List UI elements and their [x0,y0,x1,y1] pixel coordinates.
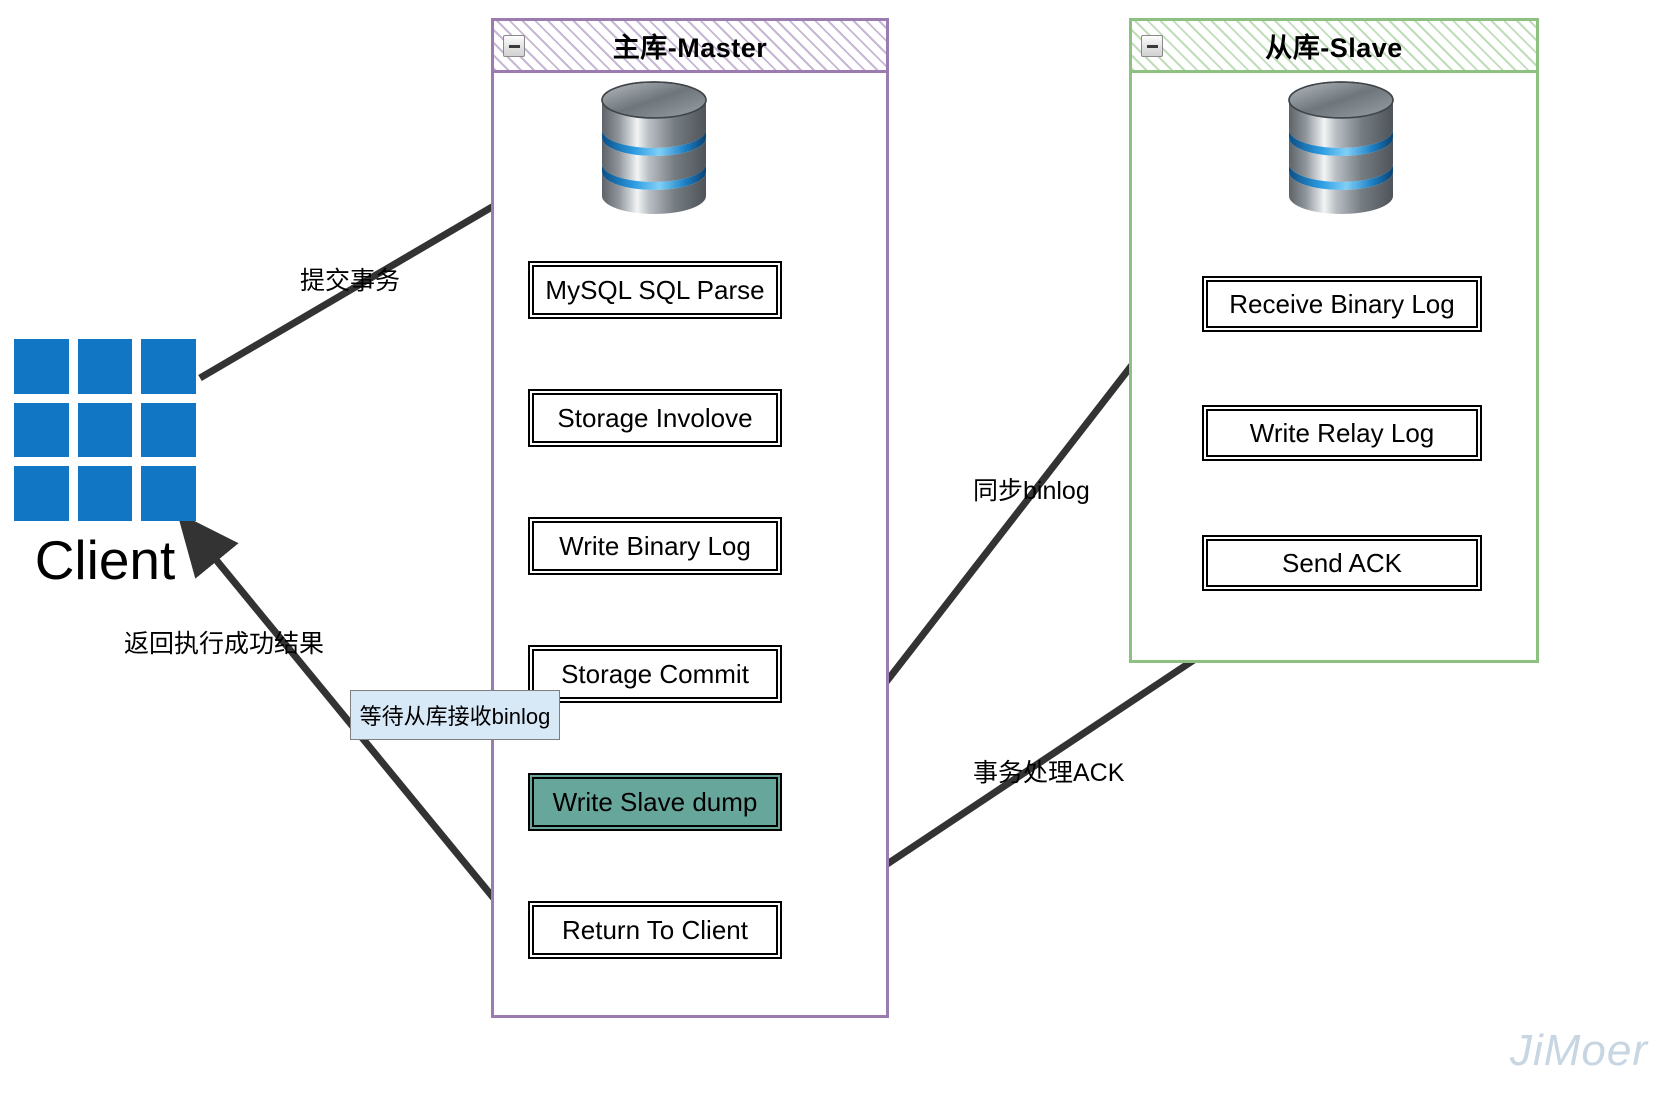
slave-step-receive-binary-log[interactable]: Receive Binary Log [1202,276,1482,332]
edge-label-submit-transaction: 提交事务 [300,267,401,295]
slave-database-cylinder-icon [1281,78,1401,218]
master-step-write-slave-dump[interactable]: Write Slave dump [528,773,782,831]
master-step-mysql-sql-parse[interactable]: MySQL SQL Parse [528,261,782,319]
master-step-label: Storage Commit [532,649,778,699]
client-grid-icon [14,339,196,521]
master-header-label: 主库-Master [612,33,768,63]
master-step-label: Write Binary Log [532,521,778,571]
master-step-write-binary-log[interactable]: Write Binary Log [528,517,782,575]
slave-step-send-ack[interactable]: Send ACK [1202,535,1482,591]
edge-label-return-result: 返回执行成功结果 [124,630,325,658]
edge-label-transaction-ack: 事务处理ACK [973,759,1125,787]
master-step-label: Storage Involove [532,393,778,443]
slave-header: 从库-Slave [1132,21,1536,73]
master-step-label: MySQL SQL Parse [532,265,778,315]
master-header: 主库-Master [494,21,886,73]
slave-step-label: Write Relay Log [1206,409,1478,457]
wait-for-slave-tooltip: 等待从库接收binlog [350,690,560,740]
watermark: JiMoer [1509,1026,1648,1075]
slave-step-label: Receive Binary Log [1206,280,1478,328]
master-step-return-to-client[interactable]: Return To Client [528,901,782,959]
slave-header-label: 从库-Slave [1265,33,1403,63]
master-step-label: Write Slave dump [532,777,778,827]
slave-step-write-relay-log[interactable]: Write Relay Log [1202,405,1482,461]
collapse-minus-icon[interactable] [503,35,525,57]
collapse-minus-icon[interactable] [1141,35,1163,57]
master-database-cylinder-icon [594,78,714,218]
slave-step-label: Send ACK [1206,539,1478,587]
tooltip-label: 等待从库接收binlog [359,704,551,729]
diagram-canvas: Client 主库-Master MySQL SQL Parse Storage… [0,0,1670,1094]
master-step-storage-commit[interactable]: Storage Commit [528,645,782,703]
master-step-label: Return To Client [532,905,778,955]
client-label: Client [34,529,176,591]
master-step-storage-involove[interactable]: Storage Involove [528,389,782,447]
edge-label-sync-binlog: 同步binlog [973,477,1090,505]
